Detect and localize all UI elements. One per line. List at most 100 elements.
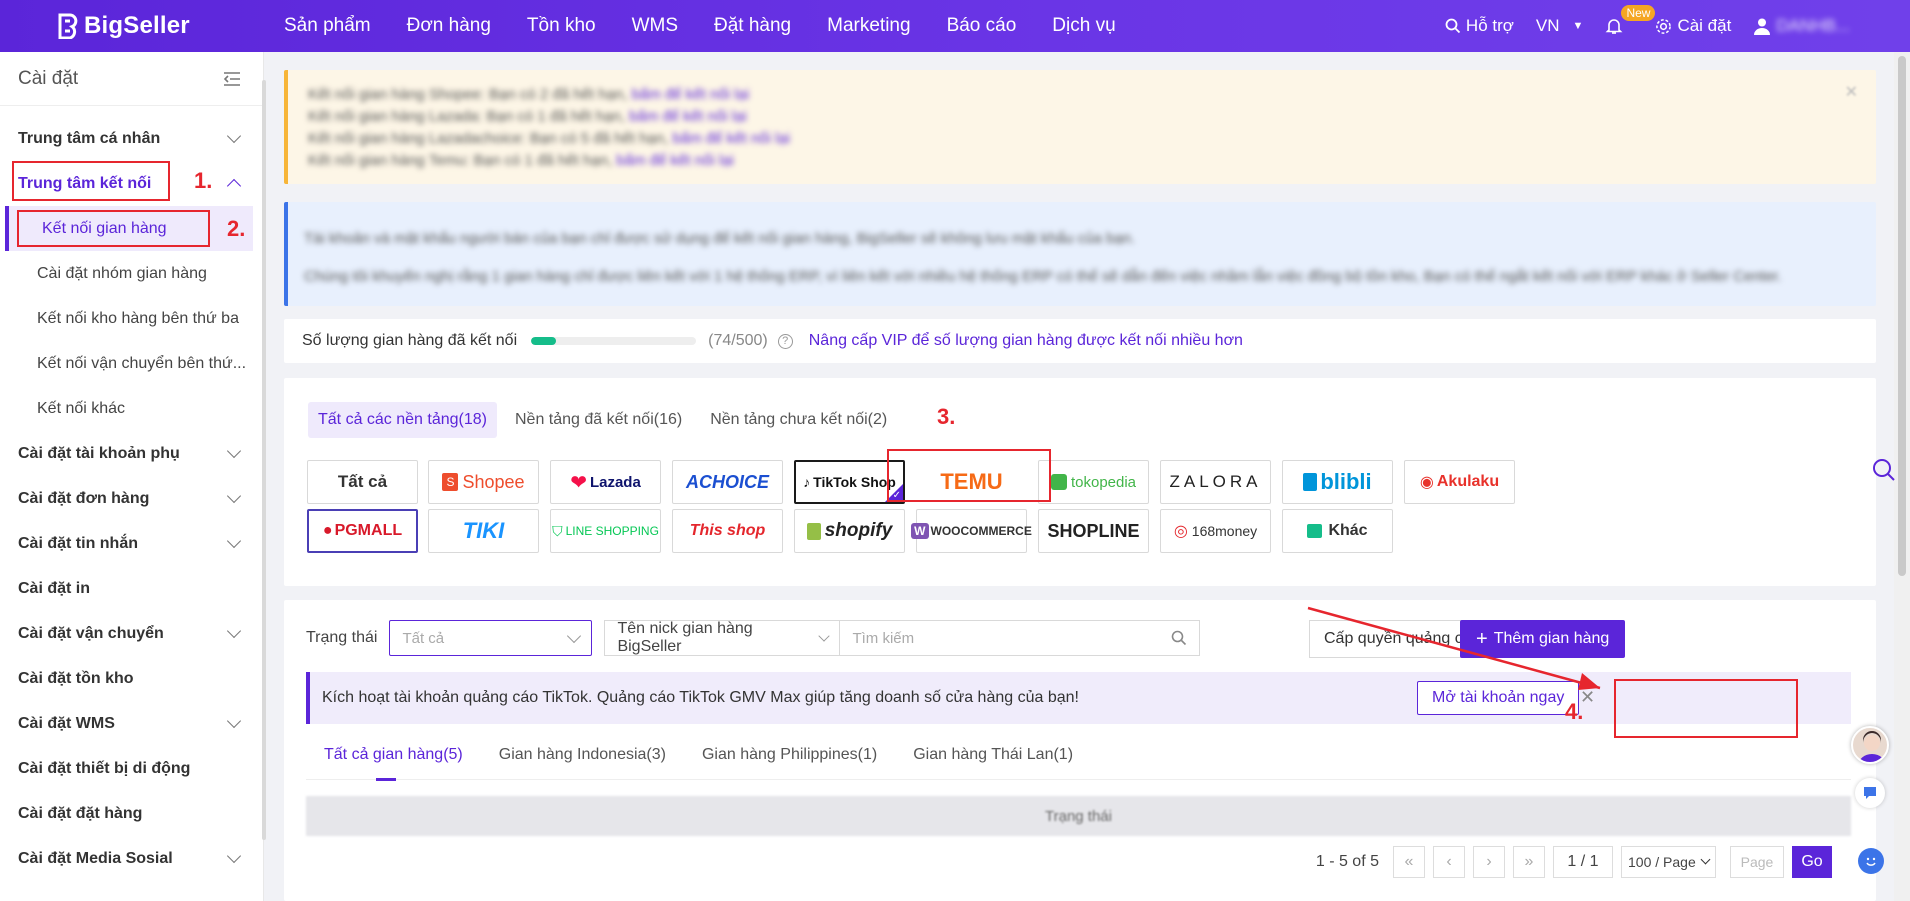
search-input[interactable]: Tìm kiếm	[840, 620, 1201, 656]
annotation-label-2: 2.	[227, 216, 246, 241]
go-button[interactable]: Go	[1792, 846, 1832, 878]
search-icon[interactable]	[1171, 630, 1187, 646]
sidebar-item-mobile-device[interactable]: Cài đặt thiết bị di động	[0, 746, 263, 791]
reconnect-link-lazada[interactable]: bấm để kết nối lại	[629, 108, 747, 125]
sidebar-item-print-settings[interactable]: Cài đặt in	[0, 566, 263, 611]
new-badge: New	[1621, 5, 1656, 21]
sidebar-item-shipping-settings[interactable]: Cài đặt vận chuyển	[0, 611, 263, 656]
main-content: Kết nối gian hàng Shopee: Bạn có 2 đã hế…	[284, 52, 1877, 901]
help-icon[interactable]: ?	[777, 333, 793, 349]
page-scrollbar[interactable]	[1894, 52, 1910, 901]
support-link[interactable]: Hỗ trợ	[1445, 16, 1514, 36]
platform-tiktok-shop[interactable]: ♪ TikTok Shop ✓	[794, 460, 905, 504]
page-size-select[interactable]: 100 / Page	[1621, 846, 1716, 878]
lazada-heart-icon: ❤	[570, 471, 587, 494]
sidebar-item-connection-center[interactable]: Trung tâm kết nối	[0, 161, 263, 206]
tab-philippines-stores[interactable]: Gian hàng Philippines(1)	[684, 730, 895, 780]
nav-purchase[interactable]: Đặt hàng	[696, 15, 809, 37]
user-menu[interactable]: DANHB...	[1753, 16, 1850, 36]
page-jump-input[interactable]: Page	[1730, 846, 1784, 878]
settings-link[interactable]: Cài đặt	[1655, 16, 1731, 36]
sidebar-item-message-settings[interactable]: Cài đặt tin nhắn	[0, 521, 263, 566]
upgrade-vip-link[interactable]: Nâng cấp VIP để số lượng gian hàng được …	[809, 332, 1243, 350]
annotation-label-1: 1.	[194, 168, 213, 193]
platform-other[interactable]: Khác	[1282, 509, 1393, 553]
tab-indonesia-stores[interactable]: Gian hàng Indonesia(3)	[481, 730, 684, 780]
chat-bubble-icon[interactable]	[1855, 778, 1885, 808]
feedback-smile-icon[interactable]	[1858, 848, 1884, 874]
platform-this-shop[interactable]: This shop	[672, 509, 783, 553]
tab-all-stores[interactable]: Tất cả gian hàng(5)	[306, 730, 481, 781]
prev-page-icon[interactable]: ‹	[1433, 846, 1465, 878]
language-select[interactable]: VN ▼	[1536, 16, 1584, 36]
last-page-icon[interactable]: »	[1513, 846, 1545, 878]
nav-services[interactable]: Dịch vụ	[1034, 15, 1133, 37]
tab-unconnected-platforms[interactable]: Nền tảng chưa kết nối(2)	[700, 402, 897, 438]
page-scrollbar-thumb[interactable]	[1898, 56, 1906, 576]
platform-akulaku[interactable]: ◉ Akulaku	[1404, 460, 1515, 504]
platform-168money[interactable]: ◎ 168money	[1160, 509, 1271, 553]
platform-shopee[interactable]: S Shopee	[428, 460, 539, 504]
platform-temu[interactable]: TEMU	[916, 460, 1027, 504]
first-page-icon[interactable]: «	[1393, 846, 1425, 878]
platform-pgmall[interactable]: ● PGMALL	[307, 509, 418, 553]
platform-zalora[interactable]: ZALORA	[1160, 460, 1271, 504]
nick-name-select[interactable]: Tên nick gian hàng BigSeller	[604, 620, 841, 656]
next-page-icon[interactable]: ›	[1473, 846, 1505, 878]
platform-tokopedia[interactable]: tokopedia	[1038, 460, 1149, 504]
brand-logo[interactable]: BigSeller	[56, 12, 266, 40]
platform-achoice[interactable]: ACHOICE	[672, 460, 783, 504]
sidebar-item-other-connection[interactable]: Kết nối khác	[0, 386, 250, 431]
floating-search-icon[interactable]	[1872, 458, 1896, 482]
sidebar-item-store-group[interactable]: Cài đặt nhóm gian hàng	[0, 251, 250, 296]
platform-woocommerce[interactable]: W WOOCOMMERCE	[911, 509, 1032, 553]
chevron-down-icon	[226, 848, 242, 864]
platform-tabs: Tất cả các nền tảng(18) Nền tảng đã kết …	[308, 402, 897, 438]
table-header: Trạng thái	[306, 796, 1851, 836]
platform-all[interactable]: Tất cả	[307, 460, 418, 504]
woo-icon: W	[911, 523, 929, 539]
platform-blibli[interactable]: blibli	[1282, 460, 1393, 504]
sidebar-item-order-settings[interactable]: Cài đặt đơn hàng	[0, 476, 263, 521]
platform-shopify[interactable]: shopify	[794, 509, 905, 553]
support-agent-avatar[interactable]	[1851, 726, 1889, 764]
tab-thailand-stores[interactable]: Gian hàng Thái Lan(1)	[895, 730, 1091, 780]
sidebar-item-third-party-shipping[interactable]: Kết nối vận chuyển bên thứ...	[0, 341, 250, 386]
ads-banner-text: Kích hoạt tài khoản quảng cáo TikTok. Qu…	[322, 689, 1079, 706]
sidebar-scrollbar[interactable]	[262, 80, 266, 840]
sidebar-item-purchase-settings[interactable]: Cài đặt đặt hàng	[0, 791, 263, 836]
info-line-1: Tài khoản và mật khẩu người bán của bạn …	[304, 230, 1136, 247]
sidebar-item-sub-account[interactable]: Cài đặt tài khoản phụ	[0, 431, 263, 476]
tab-all-platforms[interactable]: Tất cả các nền tảng(18)	[308, 402, 497, 438]
notification-bell[interactable]: New	[1605, 5, 1656, 35]
tab-connected-platforms[interactable]: Nền tảng đã kết nối(16)	[505, 402, 692, 438]
nav-orders[interactable]: Đơn hàng	[389, 15, 509, 37]
platform-shopline[interactable]: SHOPLINE	[1038, 509, 1149, 553]
sidebar-item-third-party-warehouse[interactable]: Kết nối kho hàng bên thứ ba	[0, 296, 250, 341]
selected-check-icon: ✓	[892, 490, 901, 501]
info-line-2: Chúng tôi khuyến nghị rằng 1 gian hàng c…	[304, 268, 1782, 285]
status-select[interactable]: Tất cả	[389, 620, 593, 656]
nav-marketing[interactable]: Marketing	[809, 15, 928, 37]
platform-tiki[interactable]: TIKI	[428, 509, 539, 553]
platform-line-shopping[interactable]: ⛉ LINE SHOPPING	[550, 509, 661, 553]
reconnect-link-shopee[interactable]: bấm để kết nối lại	[632, 86, 750, 103]
nav-reports[interactable]: Báo cáo	[929, 15, 1035, 37]
nav-products[interactable]: Sản phẩm	[266, 15, 389, 37]
sidebar-item-store-connection[interactable]: Kết nối gian hàng	[5, 206, 253, 251]
reconnect-link-temu[interactable]: bấm để kết nối lại	[616, 152, 734, 169]
chevron-down-icon	[1700, 854, 1711, 865]
close-icon[interactable]: ✕	[1845, 82, 1858, 104]
sidebar-item-personal-center[interactable]: Trung tâm cá nhân	[0, 116, 263, 161]
nav-inventory[interactable]: Tồn kho	[509, 15, 614, 37]
reconnect-link-lazadachoice[interactable]: bấm để kết nối lại	[672, 130, 790, 147]
count-progress-bar	[531, 337, 697, 345]
current-page[interactable]: 1 / 1	[1553, 846, 1613, 878]
platform-lazada[interactable]: ❤ Lazada	[550, 460, 661, 504]
caret-down-icon: ▼	[1572, 20, 1584, 32]
sidebar-item-wms-settings[interactable]: Cài đặt WMS	[0, 701, 263, 746]
collapse-menu-icon[interactable]	[223, 71, 241, 87]
sidebar-item-inventory-settings[interactable]: Cài đặt tồn kho	[0, 656, 263, 701]
sidebar-item-social-media[interactable]: Cài đặt Media Sosial	[0, 836, 263, 881]
nav-wms[interactable]: WMS	[614, 15, 696, 37]
